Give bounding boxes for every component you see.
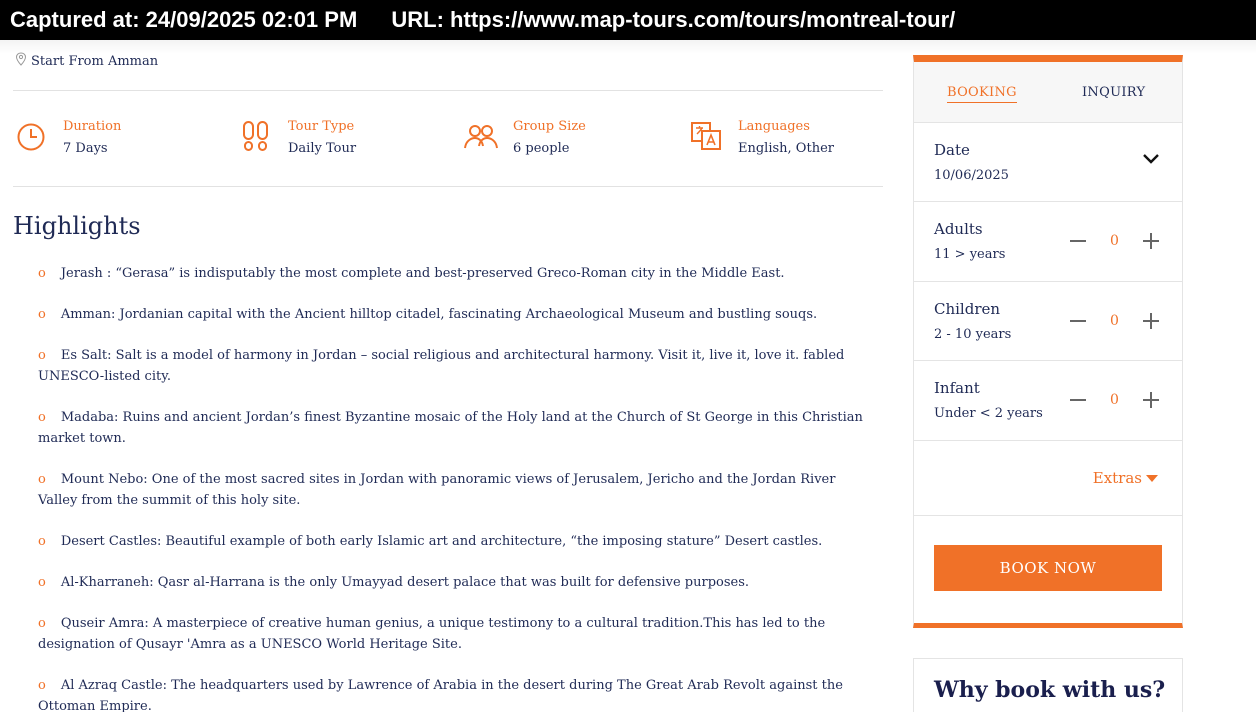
fact-label: Languages [738, 119, 810, 134]
list-item: o Jerash : “Gerasa” is indisputably the m… [38, 263, 878, 284]
fact-value: English, Other [738, 141, 834, 156]
children-stepper: 0 [1067, 310, 1162, 332]
start-location-text: Start From Amman [31, 53, 159, 69]
plus-icon[interactable] [1140, 310, 1162, 332]
tab-booking[interactable]: BOOKING [947, 85, 1017, 103]
date-label: Date [934, 141, 970, 159]
highlight-text: Mount Nebo: One of the most sacred sites… [38, 472, 836, 508]
list-item: o Madaba: Ruins and ancient Jordan’s fine… [38, 407, 878, 449]
list-item: o Al Azraq Castle: The headquarters used … [38, 675, 878, 712]
fact-duration: Duration 7 Days [13, 118, 121, 162]
children-count: 0 [1110, 313, 1119, 329]
bullet-icon: o [38, 678, 46, 693]
plus-icon[interactable] [1140, 389, 1162, 411]
captured-url-text: URL: https://www.map-tours.com/tours/mon… [391, 7, 956, 32]
header-shadow [0, 40, 1256, 54]
fact-group-size: Group Size 6 people [463, 118, 586, 162]
chevron-down-icon[interactable] [1142, 153, 1160, 165]
book-now-button[interactable]: BOOK NOW [934, 545, 1162, 591]
bullet-icon: o [38, 472, 46, 487]
children-row: Children 2 - 10 years 0 [914, 282, 1182, 361]
highlight-text: Al-Kharraneh: Qasr al-Harrana is the onl… [60, 575, 750, 590]
highlight-text: Es Salt: Salt is a model of harmony in J… [38, 348, 845, 384]
bullet-icon: o [38, 348, 46, 363]
capture-info-bar: Captured at: 24/09/2025 02:01 PM URL: ht… [0, 0, 1256, 40]
start-location: Start From Amman [15, 52, 158, 70]
bullet-icon: o [38, 410, 46, 425]
list-item: o Amman: Jordanian capital with the Ancie… [38, 304, 878, 325]
list-item: o Al-Kharraneh: Qasr al-Harrana is the on… [38, 572, 878, 593]
captured-at-text: Captured at: 24/09/2025 02:01 PM [10, 7, 358, 32]
list-item: o Quseir Amra: A masterpiece of creative … [38, 613, 878, 655]
highlight-text: Amman: Jordanian capital with the Ancien… [60, 307, 818, 322]
why-book-heading: Why book with us? [934, 677, 1166, 703]
fact-label: Tour Type [288, 119, 355, 134]
booking-panel: BOOKING INQUIRY Date 10/06/2025 Adults 1… [913, 55, 1183, 628]
tour-facts: Duration 7 Days Tour Type Daily Tour Gro… [13, 118, 883, 168]
date-select[interactable]: Date 10/06/2025 [914, 123, 1182, 202]
divider [13, 90, 883, 91]
date-value: 10/06/2025 [934, 168, 1009, 183]
highlight-text: Madaba: Ruins and ancient Jordan’s fines… [38, 410, 863, 446]
bullet-icon: o [38, 616, 46, 631]
infant-label: Infant [934, 379, 980, 397]
clock-icon [13, 118, 49, 154]
bullet-icon: o [38, 534, 46, 549]
group-icon [463, 118, 499, 154]
children-age-range: 2 - 10 years [934, 327, 1012, 342]
highlights-list: o Jerash : “Gerasa” is indisputably the m… [38, 263, 878, 712]
tab-inquiry[interactable]: INQUIRY [1082, 85, 1145, 100]
list-item: o Mount Nebo: One of the most sacred site… [38, 469, 878, 511]
fact-tour-type: Tour Type Daily Tour [238, 118, 356, 162]
bullet-icon: o [38, 266, 46, 281]
infant-count: 0 [1110, 392, 1119, 408]
location-pin-icon [15, 52, 27, 70]
highlight-text: Jerash : “Gerasa” is indisputably the mo… [60, 266, 785, 281]
booking-tabs: BOOKING INQUIRY [914, 62, 1182, 123]
adults-stepper: 0 [1067, 230, 1162, 252]
fact-value: Daily Tour [288, 141, 357, 156]
book-now-area: BOOK NOW [914, 516, 1182, 616]
infant-stepper: 0 [1067, 389, 1162, 411]
children-label: Children [934, 300, 1001, 318]
list-item: o Es Salt: Salt is a model of harmony in … [38, 345, 878, 387]
divider [13, 186, 883, 187]
minus-icon[interactable] [1067, 389, 1089, 411]
adults-count: 0 [1110, 233, 1119, 249]
fact-label: Group Size [513, 119, 586, 134]
fact-value: 7 Days [63, 141, 108, 156]
extras-row: Extras [914, 441, 1182, 516]
translate-icon [688, 118, 724, 154]
footprints-icon [238, 118, 274, 154]
minus-icon[interactable] [1067, 310, 1089, 332]
adults-age-range: 11 > years [934, 247, 1006, 262]
infant-row: Infant Under < 2 years 0 [914, 361, 1182, 441]
adults-label: Adults [934, 220, 983, 238]
plus-icon[interactable] [1140, 230, 1162, 252]
fact-languages: Languages English, Other [688, 118, 834, 162]
extras-label: Extras [1092, 469, 1142, 487]
highlight-text: Quseir Amra: A masterpiece of creative h… [38, 616, 826, 652]
bullet-icon: o [38, 307, 46, 322]
fact-label: Duration [63, 119, 122, 134]
bullet-icon: o [38, 575, 46, 590]
infant-age-range: Under < 2 years [934, 406, 1043, 421]
list-item: o Desert Castles: Beautiful example of bo… [38, 531, 878, 552]
caret-down-icon [1146, 474, 1158, 482]
why-book-box: Why book with us? [913, 658, 1183, 712]
adults-row: Adults 11 > years 0 [914, 202, 1182, 282]
fact-value: 6 people [513, 141, 570, 156]
highlights-heading: Highlights [13, 212, 141, 240]
extras-toggle[interactable]: Extras [1093, 469, 1158, 487]
minus-icon[interactable] [1067, 230, 1089, 252]
highlight-text: Desert Castles: Beautiful example of bot… [60, 534, 823, 549]
highlight-text: Al Azraq Castle: The headquarters used b… [38, 678, 843, 712]
